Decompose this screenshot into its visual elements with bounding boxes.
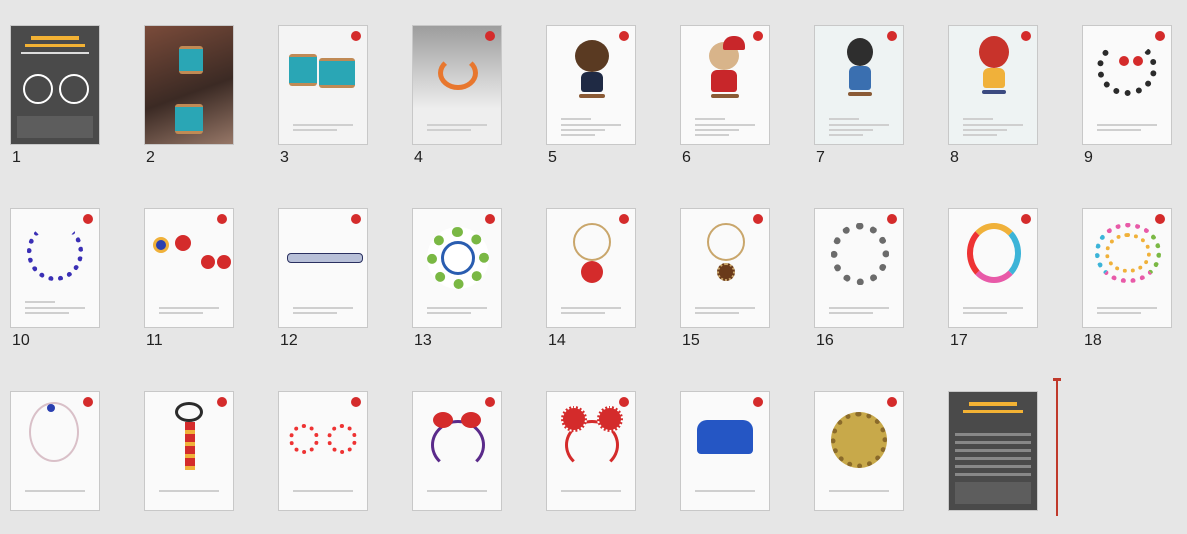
slide-22[interactable] bbox=[402, 366, 536, 534]
slide-1[interactable]: 1 bbox=[0, 0, 134, 168]
slide-thumbnail[interactable] bbox=[948, 208, 1038, 328]
insertion-marker bbox=[1053, 378, 1061, 516]
slide-24[interactable] bbox=[670, 366, 804, 534]
slide-12[interactable]: 12 bbox=[268, 183, 402, 351]
slide-20[interactable] bbox=[134, 366, 268, 534]
craft-icon bbox=[59, 74, 89, 104]
slide-thumbnail[interactable] bbox=[546, 391, 636, 511]
slide-16[interactable]: 16 bbox=[804, 183, 938, 351]
slide-thumbnail[interactable] bbox=[948, 391, 1038, 511]
slide-thumbnail[interactable] bbox=[10, 391, 100, 511]
slide-thumbnail[interactable] bbox=[278, 391, 368, 511]
slide-4[interactable]: 4 bbox=[402, 0, 536, 168]
slide-thumbnail[interactable] bbox=[1082, 25, 1172, 145]
slide-number: 11 bbox=[146, 332, 163, 349]
slide-number: 13 bbox=[414, 332, 432, 349]
slide-9[interactable]: 9 bbox=[1072, 0, 1187, 168]
slide-number: 12 bbox=[280, 332, 298, 349]
slide-18[interactable]: 18 bbox=[1072, 183, 1187, 351]
slide-thumbnail[interactable] bbox=[278, 208, 368, 328]
slide-number: 2 bbox=[146, 149, 155, 166]
slide-number: 1 bbox=[12, 149, 21, 166]
slide-10[interactable]: 10 bbox=[0, 183, 134, 351]
slide-number: 4 bbox=[414, 149, 423, 166]
slide-8[interactable]: 8 bbox=[938, 0, 1072, 168]
slide-21[interactable] bbox=[268, 366, 402, 534]
slide-number: 3 bbox=[280, 149, 289, 166]
slide-sorter-grid: 1 2 3 4 5 6 7 8 9 10 11 12 13 14 15 16 1… bbox=[0, 0, 1187, 516]
slide-thumbnail[interactable] bbox=[814, 208, 904, 328]
slide-thumbnail[interactable] bbox=[412, 391, 502, 511]
slide-5[interactable]: 5 bbox=[536, 0, 670, 168]
slide-14[interactable]: 14 bbox=[536, 183, 670, 351]
slide-number: 18 bbox=[1084, 332, 1102, 349]
slide-thumbnail[interactable] bbox=[814, 25, 904, 145]
slide-15[interactable]: 15 bbox=[670, 183, 804, 351]
slide-thumbnail[interactable] bbox=[546, 25, 636, 145]
slide-thumbnail[interactable] bbox=[412, 25, 502, 145]
slide-26[interactable] bbox=[938, 366, 1072, 534]
slide-17[interactable]: 17 bbox=[938, 183, 1072, 351]
slide-thumbnail[interactable] bbox=[278, 25, 368, 145]
slide-thumbnail[interactable] bbox=[680, 25, 770, 145]
slide-25[interactable] bbox=[804, 366, 938, 534]
slide-number: 17 bbox=[950, 332, 968, 349]
slide-thumbnail[interactable] bbox=[546, 208, 636, 328]
slide-number: 15 bbox=[682, 332, 700, 349]
slide-number: 9 bbox=[1084, 149, 1093, 166]
slide-3[interactable]: 3 bbox=[268, 0, 402, 168]
slide-thumbnail[interactable] bbox=[10, 25, 100, 145]
slide-number: 6 bbox=[682, 149, 691, 166]
slide-thumbnail[interactable] bbox=[680, 208, 770, 328]
slide-thumbnail[interactable] bbox=[680, 391, 770, 511]
slide-6[interactable]: 6 bbox=[670, 0, 804, 168]
slide-number: 8 bbox=[950, 149, 959, 166]
slide-number: 5 bbox=[548, 149, 557, 166]
slide-13[interactable]: 13 bbox=[402, 183, 536, 351]
slide-thumbnail[interactable] bbox=[10, 208, 100, 328]
slide-number: 16 bbox=[816, 332, 834, 349]
slide-thumbnail[interactable] bbox=[412, 208, 502, 328]
slide-thumbnail[interactable] bbox=[948, 25, 1038, 145]
slide-thumbnail[interactable] bbox=[144, 391, 234, 511]
slide-23[interactable] bbox=[536, 366, 670, 534]
slide-number: 7 bbox=[816, 149, 825, 166]
map-icon bbox=[23, 74, 53, 104]
slide-number: 10 bbox=[12, 332, 30, 349]
slide-thumbnail[interactable] bbox=[814, 391, 904, 511]
slide-7[interactable]: 7 bbox=[804, 0, 938, 168]
slide-thumbnail[interactable] bbox=[144, 25, 234, 145]
slide-thumbnail[interactable] bbox=[144, 208, 234, 328]
slide-2[interactable]: 2 bbox=[134, 0, 268, 168]
slide-number: 14 bbox=[548, 332, 566, 349]
slide-19[interactable] bbox=[0, 366, 134, 534]
slide-thumbnail[interactable] bbox=[1082, 208, 1172, 328]
slide-11[interactable]: 11 bbox=[134, 183, 268, 351]
